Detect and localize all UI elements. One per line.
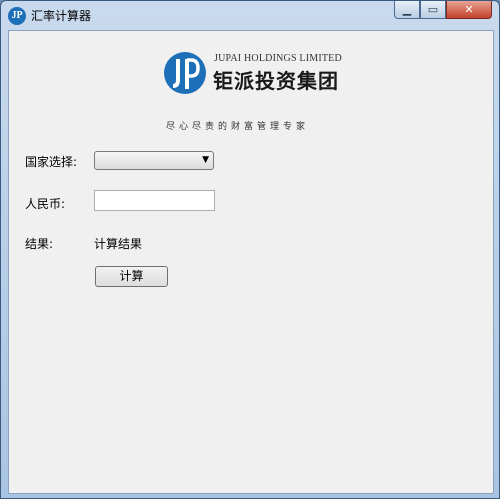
result-label: 结果: xyxy=(25,237,54,251)
rmb-label: 人民币: xyxy=(25,197,66,211)
country-select[interactable]: ▼ xyxy=(94,151,214,170)
calculate-button[interactable]: 计算 xyxy=(95,266,168,287)
minimize-icon: ▁ xyxy=(402,3,412,16)
window-title: 汇率计算器 xyxy=(31,9,92,23)
rmb-input[interactable] xyxy=(94,190,215,211)
close-icon: ✕ xyxy=(464,3,474,16)
title-bar[interactable]: JP 汇率计算器 ▁ ▭ ✕ xyxy=(1,1,499,29)
result-value: 计算结果 xyxy=(94,237,143,251)
client-area: JUPAI HOLDINGS LIMITED 钜派投资集团 尽心尽责的财富管理专… xyxy=(8,30,494,494)
jp-logo-icon xyxy=(164,52,206,94)
maximize-button[interactable]: ▭ xyxy=(420,1,446,19)
company-logo: JUPAI HOLDINGS LIMITED 钜派投资集团 尽心尽责的财富管理专… xyxy=(163,51,353,132)
country-label: 国家选择: xyxy=(25,155,78,169)
close-button[interactable]: ✕ xyxy=(446,1,492,19)
logo-chinese-name: 钜派投资集团 xyxy=(213,69,339,93)
app-window: JP 汇率计算器 ▁ ▭ ✕ JUPAI HOLDINGS LIMITED 钜派… xyxy=(0,0,500,499)
maximize-icon: ▭ xyxy=(427,3,439,16)
chevron-down-icon: ▼ xyxy=(202,155,209,165)
app-icon: JP xyxy=(8,7,26,25)
minimize-button[interactable]: ▁ xyxy=(394,1,420,19)
logo-slogan: 尽心尽责的财富管理专家 xyxy=(166,122,310,132)
logo-english-name: JUPAI HOLDINGS LIMITED xyxy=(214,53,342,64)
